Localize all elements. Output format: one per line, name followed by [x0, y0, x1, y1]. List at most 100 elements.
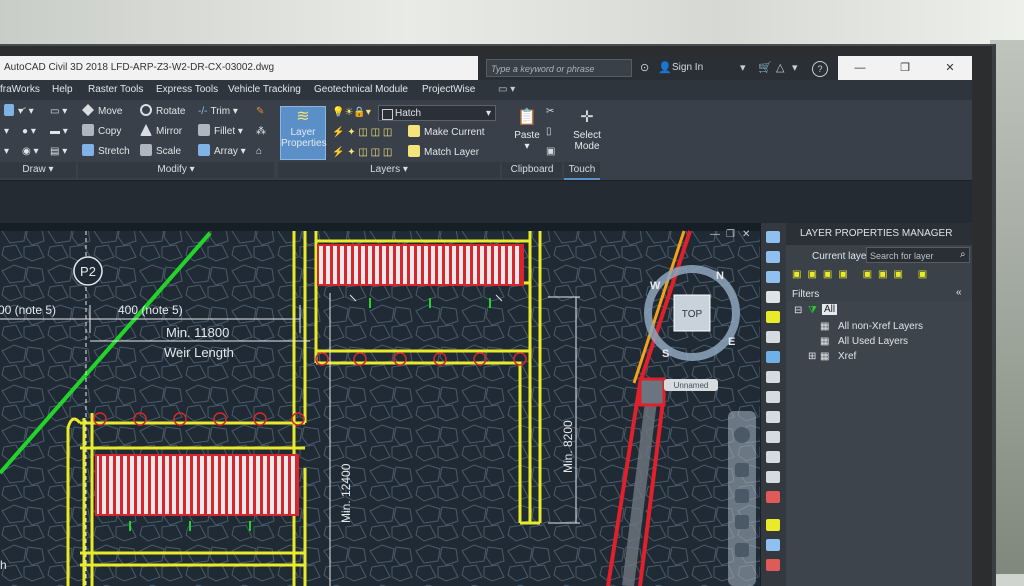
table-icon[interactable] [766, 331, 780, 343]
block-icon[interactable] [766, 371, 780, 383]
hatch-icon[interactable]: ▬ ▾ [50, 124, 68, 140]
menu-vehicle-tracking[interactable]: Vehicle Tracking [228, 80, 301, 100]
make-current-button[interactable]: Make Current [408, 125, 485, 141]
dim-icon[interactable] [766, 351, 780, 363]
ellipse-icon[interactable]: ◉ ▾ [22, 144, 39, 160]
trim-button[interactable]: -/- Trim ▾ [198, 104, 238, 120]
compass-north[interactable]: N [716, 270, 724, 282]
grid-icon[interactable] [766, 451, 780, 463]
modify-panel-title[interactable]: Modify ▾ [78, 162, 274, 178]
close-button[interactable]: ✕ [928, 56, 972, 80]
viewport-restore-icon[interactable]: ❐ [726, 229, 735, 240]
ortho-icon[interactable] [766, 471, 780, 483]
steering-wheel-icon[interactable] [734, 427, 750, 443]
help-icon[interactable]: ? [812, 61, 828, 77]
pan-icon[interactable] [735, 463, 749, 477]
search-input[interactable]: Type a keyword or phrase [486, 59, 632, 77]
polyline-icon[interactable]: ▾ [4, 104, 23, 120]
menu-express-tools[interactable]: Express Tools [156, 80, 218, 100]
compass-east[interactable]: E [728, 336, 735, 348]
circle-icon[interactable]: ● ▾ [22, 124, 36, 140]
layer-tools-icon[interactable]: ⚡ ✦ ◫ ◫ ◫ [332, 125, 392, 141]
tree-expand-icon[interactable]: ⊟ [794, 305, 802, 316]
orbit-icon[interactable] [735, 515, 749, 529]
match-props-icon[interactable]: ▣ [546, 144, 555, 160]
hatched-channel-top[interactable] [317, 244, 524, 286]
draw-panel-title[interactable]: Draw ▾ [0, 162, 76, 178]
chevron-down-icon[interactable]: ▾ [740, 60, 746, 76]
workspace-dropdown-icon[interactable]: ▭ ▾ [498, 80, 515, 100]
layers-panel-title[interactable]: Layers ▾ [278, 162, 500, 178]
stretch-button[interactable]: Stretch [82, 144, 130, 160]
scale-button[interactable]: Scale [140, 144, 181, 160]
clipboard-panel-title[interactable]: Clipboard [502, 162, 562, 178]
tree-expand-icon[interactable]: ⊞ [808, 351, 816, 362]
cad-drawing[interactable]: P2 00 (note 5) 400 (note 5) Min. 11800 W… [0, 223, 760, 586]
tree-item-all[interactable]: All [822, 304, 838, 315]
binoculars-icon[interactable]: ⊙ [640, 60, 649, 76]
arrow-icon[interactable] [766, 231, 780, 243]
offset-icon[interactable]: ⌂ [256, 144, 262, 160]
viewcube-top[interactable]: TOP [682, 309, 703, 320]
polygon-icon[interactable] [766, 311, 780, 323]
tree-item-used[interactable]: All Used Layers [838, 336, 908, 347]
cut-icon[interactable]: ✂ [546, 104, 554, 120]
layer-tools-icon-2[interactable]: ⚡ ✦ ◫ ◫ ◫ [332, 145, 392, 161]
search-icon[interactable]: ⌕ [960, 249, 966, 260]
chevron-down-icon[interactable]: ▾ [792, 60, 798, 76]
circle-icon[interactable]: ▾ [4, 124, 9, 140]
match-layer-button[interactable]: Match Layer [408, 145, 479, 161]
line-icon[interactable] [766, 251, 780, 263]
arc-icon[interactable]: ◜ ▾ [22, 104, 34, 120]
cart-icon[interactable]: 🛒 [758, 60, 772, 76]
cursor-icon[interactable] [766, 271, 780, 283]
lpm-toolbar[interactable]: ▣▣▣▣ ▣▣▣ ▣ [792, 269, 968, 283]
array-button[interactable]: Array ▾ [198, 144, 246, 160]
paste-button[interactable]: 📋 Paste ▾ [504, 106, 550, 160]
viewport-minimize-icon[interactable]: — [710, 229, 720, 240]
rectangle-icon[interactable]: ▭ ▾ [50, 104, 67, 120]
fillet-button[interactable]: Fillet ▾ [198, 124, 243, 140]
osnap-icon[interactable] [766, 411, 780, 423]
mirror-button[interactable]: Mirror [140, 124, 182, 140]
paint-icon[interactable] [766, 519, 780, 531]
collapse-filters-icon[interactable]: « [956, 287, 962, 298]
touch-panel-title[interactable]: Touch [564, 162, 600, 180]
hatched-channel-bottom[interactable] [95, 454, 299, 516]
compass-west[interactable]: W [650, 280, 661, 292]
snap-icon[interactable] [766, 391, 780, 403]
menu-projectwise[interactable]: ProjectWise [422, 80, 475, 100]
current-layer-dropdown[interactable]: Hatch ▾ [378, 105, 496, 121]
viewport-close-icon[interactable]: ✕ [742, 229, 750, 240]
region-icon[interactable]: ▤ ▾ [50, 144, 67, 160]
explode-icon[interactable]: ⁂ [256, 124, 266, 140]
layer-properties-button[interactable]: ≋ Layer Properties [280, 106, 327, 160]
erase-tool-icon[interactable] [766, 559, 780, 571]
magnet-icon[interactable] [766, 491, 780, 503]
copy-button[interactable]: Copy [82, 124, 121, 140]
compass-south[interactable]: S [662, 348, 669, 360]
drawing-canvas[interactable]: P2 00 (note 5) 400 (note 5) Min. 11800 W… [0, 223, 760, 586]
sign-in-button[interactable]: Sign In [672, 60, 703, 76]
tree-item-xref[interactable]: Xref [838, 351, 856, 362]
rotate-icon[interactable] [766, 539, 780, 551]
menu-help[interactable]: Help [52, 80, 73, 100]
move-button[interactable]: Move [82, 104, 122, 120]
menu-raster-tools[interactable]: Raster Tools [88, 80, 143, 100]
rotate-button[interactable]: Rotate [140, 104, 185, 120]
copy-clip-icon[interactable]: ▯ [546, 124, 552, 140]
erase-icon[interactable]: ✎ [256, 104, 264, 120]
spline-icon[interactable]: ▾ [4, 144, 9, 160]
layer-search-input[interactable]: Search for layer [866, 247, 970, 263]
minimize-button[interactable]: — [838, 56, 882, 80]
star-icon[interactable] [766, 431, 780, 443]
text-icon[interactable] [766, 291, 780, 303]
select-mode-button[interactable]: ✛ Select Mode [564, 106, 610, 160]
restore-button[interactable]: ❐ [883, 56, 927, 80]
a360-icon[interactable]: △ [776, 60, 784, 76]
tree-item-non-xref[interactable]: All non-Xref Layers [838, 321, 923, 332]
zoom-icon[interactable] [735, 489, 749, 503]
menu-geotechnical-module[interactable]: Geotechnical Module [314, 80, 408, 100]
menu-infraworks[interactable]: fraWorks [0, 80, 40, 100]
lightbulb-icon[interactable]: 💡☀🔒▾ [332, 105, 371, 121]
